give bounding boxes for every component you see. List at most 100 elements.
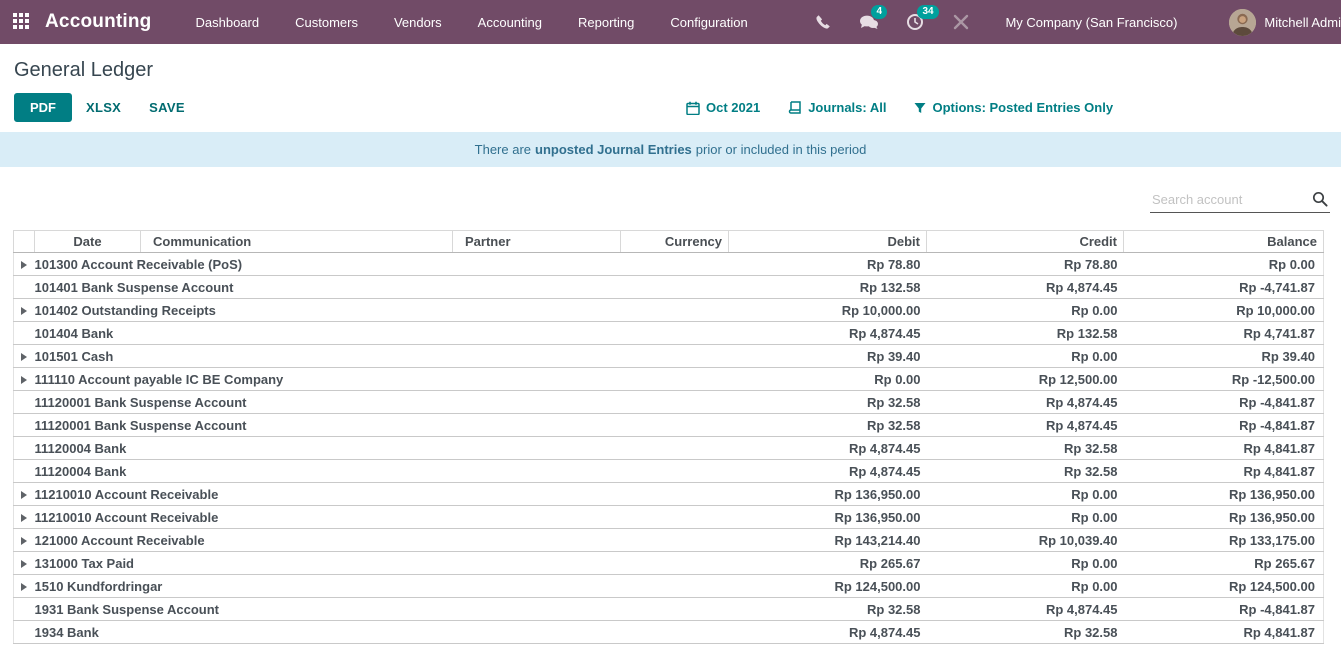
top-navbar: Accounting Dashboard Customers Vendors A… xyxy=(0,0,1341,44)
filter-funnel-icon xyxy=(914,102,926,114)
table-header-row: Date Communication Partner Currency Debi… xyxy=(14,231,1324,253)
account-search xyxy=(1150,188,1330,213)
expand-caret[interactable] xyxy=(14,391,35,414)
expand-triangle-icon xyxy=(21,376,27,384)
menu-dashboard[interactable]: Dashboard xyxy=(196,15,260,30)
debit-value: Rp 124,500.00 xyxy=(729,575,927,598)
expand-caret[interactable] xyxy=(14,322,35,345)
journals-filter[interactable]: Journals: All xyxy=(788,100,886,115)
main-menu: Dashboard Customers Vendors Accounting R… xyxy=(196,15,748,30)
activities-badge: 34 xyxy=(917,5,938,19)
credit-value: Rp 0.00 xyxy=(927,483,1124,506)
expand-caret[interactable] xyxy=(14,276,35,299)
credit-value: Rp 0.00 xyxy=(927,552,1124,575)
expand-caret[interactable] xyxy=(14,299,35,322)
table-row: 131000 Tax Paid Rp 265.67 Rp 0.00 Rp 265… xyxy=(14,552,1324,575)
table-row: 101300 Account Receivable (PoS) Rp 78.80… xyxy=(14,253,1324,276)
account-name[interactable]: 101404 Bank xyxy=(35,322,729,345)
expand-caret[interactable] xyxy=(14,345,35,368)
date-filter[interactable]: Oct 2021 xyxy=(686,100,760,115)
balance-value: Rp 133,175.00 xyxy=(1124,529,1324,552)
account-name[interactable]: 131000 Tax Paid xyxy=(35,552,729,575)
options-filter[interactable]: Options: Posted Entries Only xyxy=(914,100,1113,115)
pdf-button[interactable]: PDF xyxy=(14,93,72,122)
credit-value: Rp 32.58 xyxy=(927,460,1124,483)
tools-icon[interactable] xyxy=(951,12,971,32)
expand-caret[interactable] xyxy=(14,414,35,437)
account-name[interactable]: 11120001 Bank Suspense Account xyxy=(35,391,729,414)
account-name[interactable]: 1510 Kundfordringar xyxy=(35,575,729,598)
debit-value: Rp 136,950.00 xyxy=(729,483,927,506)
alert-text-prefix: There are xyxy=(475,142,531,157)
table-row: 101402 Outstanding Receipts Rp 10,000.00… xyxy=(14,299,1324,322)
credit-value: Rp 32.58 xyxy=(927,437,1124,460)
expand-triangle-icon xyxy=(21,307,27,315)
expand-caret[interactable] xyxy=(14,437,35,460)
account-name[interactable]: 11210010 Account Receivable xyxy=(35,506,729,529)
menu-reporting[interactable]: Reporting xyxy=(578,15,634,30)
credit-value: Rp 78.80 xyxy=(927,253,1124,276)
table-row: 11210010 Account Receivable Rp 136,950.0… xyxy=(14,506,1324,529)
account-name[interactable]: 1931 Bank Suspense Account xyxy=(35,598,729,621)
balance-value: Rp 4,741.87 xyxy=(1124,322,1324,345)
account-name[interactable]: 101402 Outstanding Receipts xyxy=(35,299,729,322)
table-row: 11210010 Account Receivable Rp 136,950.0… xyxy=(14,483,1324,506)
account-name[interactable]: 11120004 Bank xyxy=(35,437,729,460)
balance-value: Rp 4,841.87 xyxy=(1124,460,1324,483)
menu-vendors[interactable]: Vendors xyxy=(394,15,442,30)
balance-value: Rp -4,741.87 xyxy=(1124,276,1324,299)
xlsx-button[interactable]: XLSX xyxy=(72,94,135,121)
expand-caret[interactable] xyxy=(14,529,35,552)
user-menu[interactable]: Mitchell Admi xyxy=(1229,9,1341,36)
debit-value: Rp 4,874.45 xyxy=(729,460,927,483)
expand-caret[interactable] xyxy=(14,552,35,575)
activities-icon[interactable]: 34 xyxy=(905,12,925,32)
balance-value: Rp 0.00 xyxy=(1124,253,1324,276)
account-name[interactable]: 121000 Account Receivable xyxy=(35,529,729,552)
menu-accounting[interactable]: Accounting xyxy=(478,15,542,30)
save-button[interactable]: SAVE xyxy=(135,94,199,121)
expand-caret[interactable] xyxy=(14,598,35,621)
messages-icon[interactable]: 4 xyxy=(859,12,879,32)
debit-value: Rp 4,874.45 xyxy=(729,437,927,460)
alert-text-suffix: prior or included in this period xyxy=(696,142,867,157)
expand-triangle-icon xyxy=(21,353,27,361)
search-icon[interactable] xyxy=(1312,191,1328,212)
expand-caret[interactable] xyxy=(14,483,35,506)
credit-value: Rp 0.00 xyxy=(927,345,1124,368)
credit-value: Rp 0.00 xyxy=(927,575,1124,598)
table-row: 11120004 Bank Rp 4,874.45 Rp 32.58 Rp 4,… xyxy=(14,437,1324,460)
header-communication: Communication xyxy=(141,231,453,253)
search-input[interactable] xyxy=(1150,188,1330,213)
credit-value: Rp 10,039.40 xyxy=(927,529,1124,552)
balance-value: Rp 124,500.00 xyxy=(1124,575,1324,598)
table-row: 11120001 Bank Suspense Account Rp 32.58 … xyxy=(14,414,1324,437)
table-row: 11120001 Bank Suspense Account Rp 32.58 … xyxy=(14,391,1324,414)
balance-value: Rp 265.67 xyxy=(1124,552,1324,575)
expand-caret[interactable] xyxy=(14,253,35,276)
menu-customers[interactable]: Customers xyxy=(295,15,358,30)
account-name[interactable]: 101501 Cash xyxy=(35,345,729,368)
expand-caret[interactable] xyxy=(14,460,35,483)
expand-caret[interactable] xyxy=(14,368,35,391)
account-name[interactable]: 101401 Bank Suspense Account xyxy=(35,276,729,299)
account-name[interactable]: 11120004 Bank xyxy=(35,460,729,483)
expand-caret[interactable] xyxy=(14,506,35,529)
expand-caret[interactable] xyxy=(14,621,35,644)
expand-triangle-icon xyxy=(21,491,27,499)
account-name[interactable]: 111110 Account payable IC BE Company xyxy=(35,368,729,391)
credit-value: Rp 12,500.00 xyxy=(927,368,1124,391)
account-name[interactable]: 11210010 Account Receivable xyxy=(35,483,729,506)
app-title[interactable]: Accounting xyxy=(45,11,152,33)
credit-value: Rp 32.58 xyxy=(927,621,1124,644)
apps-menu-icon[interactable] xyxy=(13,13,31,31)
company-switcher[interactable]: My Company (San Francisco) xyxy=(1005,15,1177,30)
account-name[interactable]: 1934 Bank xyxy=(35,621,729,644)
menu-configuration[interactable]: Configuration xyxy=(670,15,747,30)
account-name[interactable]: 101300 Account Receivable (PoS) xyxy=(35,253,729,276)
expand-caret[interactable] xyxy=(14,575,35,598)
debit-value: Rp 10,000.00 xyxy=(729,299,927,322)
account-name[interactable]: 11120001 Bank Suspense Account xyxy=(35,414,729,437)
phone-icon[interactable] xyxy=(813,12,833,32)
balance-value: Rp -12,500.00 xyxy=(1124,368,1324,391)
